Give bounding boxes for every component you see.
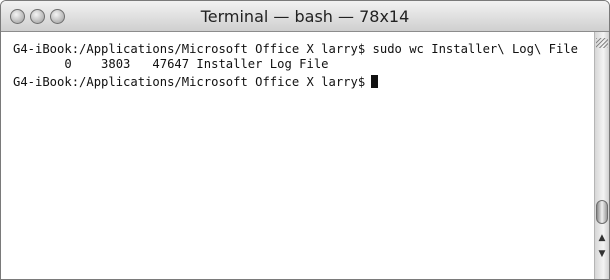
terminal-line-2: 0 3803 47647 Installer Log File bbox=[13, 57, 329, 71]
terminal-content[interactable]: G4-iBook:/Applications/Microsoft Office … bbox=[1, 32, 595, 279]
window-title: Terminal — bash — 78x14 bbox=[200, 7, 410, 26]
scroll-thumb[interactable] bbox=[596, 200, 608, 224]
vertical-scrollbar[interactable]: ▲ ▼ bbox=[594, 32, 609, 279]
prompt-text: G4-iBook:/Applications/Microsoft Office … bbox=[13, 75, 366, 89]
title-bar[interactable]: Terminal — bash — 78x14 bbox=[1, 1, 609, 32]
up-arrow-icon[interactable]: ▲ bbox=[595, 230, 609, 246]
terminal-line-3: G4-iBook:/Applications/Microsoft Office … bbox=[13, 75, 379, 89]
terminal-window: Terminal — bash — 78x14 G4-iBook:/Applic… bbox=[0, 0, 610, 280]
resize-grip-icon[interactable] bbox=[596, 38, 608, 48]
down-arrow-icon[interactable]: ▼ bbox=[595, 246, 609, 262]
terminal-line-1: G4-iBook:/Applications/Microsoft Office … bbox=[13, 42, 578, 56]
text-cursor bbox=[371, 75, 379, 88]
